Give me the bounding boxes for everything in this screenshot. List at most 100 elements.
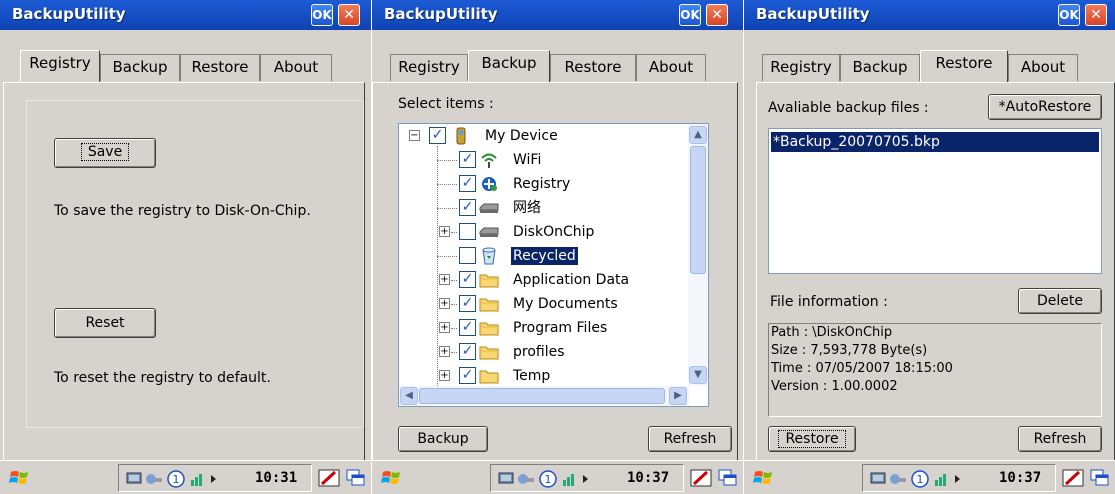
checkbox[interactable]: ✓ (459, 295, 476, 312)
ok-button[interactable]: OK (679, 4, 701, 26)
signal-icon[interactable] (933, 470, 951, 488)
checkbox[interactable] (459, 247, 476, 264)
clock[interactable]: 10:37 (627, 470, 669, 486)
refresh-button[interactable]: Refresh (648, 426, 732, 452)
clock[interactable]: 10:31 (255, 470, 297, 486)
tab-restore[interactable]: Restore (180, 54, 260, 81)
window-title: BackupUtility (756, 5, 870, 23)
ok-button[interactable]: OK (1058, 4, 1080, 26)
delete-button[interactable]: Delete (1018, 288, 1102, 314)
tree-item-my-documents[interactable]: + ✓ My Documents (399, 292, 708, 316)
sip-icon[interactable] (1062, 468, 1084, 488)
checkbox[interactable]: ✓ (459, 319, 476, 336)
tab-about[interactable]: About (260, 54, 332, 81)
horizontal-scrollbar[interactable]: ◀ ▶ (399, 386, 689, 406)
windows-switch-icon[interactable] (345, 468, 367, 488)
expand-icon[interactable]: + (439, 346, 450, 357)
expand-icon[interactable]: + (439, 298, 450, 309)
tab-backup[interactable]: Backup (468, 50, 550, 82)
connection-icon[interactable] (145, 470, 163, 488)
scroll-left-icon[interactable]: ◀ (400, 387, 418, 405)
expand-icon[interactable]: + (439, 274, 450, 285)
backup-file-list[interactable]: *Backup_20070705.bkp (768, 128, 1102, 274)
tree-line (451, 232, 457, 233)
checkbox[interactable] (459, 223, 476, 240)
collapse-icon[interactable]: − (409, 130, 420, 141)
drive-icon (479, 227, 499, 237)
start-windows-icon[interactable] (752, 467, 778, 489)
checkbox[interactable]: ✓ (459, 175, 476, 192)
connection-icon[interactable] (889, 470, 907, 488)
tab-restore[interactable]: Restore (550, 54, 636, 81)
vertical-scrollbar[interactable]: ▲ ▼ (688, 124, 708, 386)
scroll-right-icon[interactable]: ▶ (669, 387, 687, 405)
tree-item-label: Application Data (513, 272, 630, 288)
close-button[interactable]: ✕ (1085, 4, 1107, 26)
connection-icon[interactable] (517, 470, 535, 488)
clock[interactable]: 10:37 (999, 470, 1041, 486)
reset-description: To reset the registry to default. (54, 370, 271, 386)
restore-button[interactable]: Restore (768, 426, 856, 452)
close-button[interactable]: ✕ (338, 4, 360, 26)
notification-icon[interactable]: 1 (167, 470, 185, 488)
tree-item-label: WiFi (513, 152, 542, 168)
checkbox[interactable]: ✓ (459, 271, 476, 288)
checkbox[interactable]: ✓ (459, 367, 476, 384)
tab-backup[interactable]: Backup (840, 54, 920, 81)
scroll-up-icon[interactable]: ▲ (689, 126, 707, 144)
system-tray: 1 10:31 (118, 464, 312, 492)
tree-item-application-data[interactable]: + ✓ Application Data (399, 268, 708, 292)
start-windows-icon[interactable] (8, 467, 34, 489)
tree-item-my-device[interactable]: − ✓ My Device (399, 124, 708, 148)
tree-item-label: My Device (485, 128, 558, 144)
checkbox[interactable]: ✓ (429, 127, 446, 144)
tree-line (451, 280, 457, 281)
tab-registry[interactable]: Registry (390, 54, 468, 81)
signal-icon[interactable] (561, 470, 579, 488)
close-button[interactable]: ✕ (706, 4, 728, 26)
backup-button[interactable]: Backup (398, 426, 488, 452)
network-icon[interactable] (125, 470, 143, 488)
taskbar: 1 10:37 (744, 460, 1115, 494)
tree-item-profiles[interactable]: + ✓ profiles (399, 340, 708, 364)
tree-item-temp[interactable]: + ✓ Temp (399, 364, 708, 388)
network-icon[interactable] (497, 470, 515, 488)
notification-icon[interactable]: 1 (539, 470, 557, 488)
sip-icon[interactable] (318, 468, 340, 488)
expand-icon[interactable]: + (439, 322, 450, 333)
backup-tree[interactable]: − ✓ My Device ✓ WiFi ✓ Registry ✓ 网络 + D… (398, 123, 709, 407)
tree-item-registry[interactable]: ✓ Registry (399, 172, 708, 196)
ok-button[interactable]: OK (311, 4, 333, 26)
checkbox[interactable]: ✓ (459, 343, 476, 360)
signal-icon[interactable] (189, 470, 207, 488)
autorestore-button[interactable]: *AutoRestore (988, 94, 1102, 120)
refresh-button[interactable]: Refresh (1018, 426, 1102, 452)
checkbox[interactable]: ✓ (459, 199, 476, 216)
expand-icon[interactable]: + (439, 226, 450, 237)
windows-switch-icon[interactable] (717, 468, 739, 488)
windows-switch-icon[interactable] (1089, 468, 1111, 488)
tab-about[interactable]: About (636, 54, 706, 81)
tab-backup[interactable]: Backup (100, 54, 180, 81)
checkbox[interactable]: ✓ (459, 151, 476, 168)
tab-restore[interactable]: Restore (920, 50, 1008, 82)
tree-item-network[interactable]: ✓ 网络 (399, 196, 708, 220)
scroll-down-icon[interactable]: ▼ (689, 366, 707, 384)
tree-item-diskonchip[interactable]: + DiskOnChip (399, 220, 708, 244)
scroll-thumb[interactable] (690, 146, 706, 274)
tree-item-recycled[interactable]: Recycled (399, 244, 708, 268)
network-icon[interactable] (869, 470, 887, 488)
reset-button[interactable]: Reset (54, 308, 156, 338)
tree-item-program-files[interactable]: + ✓ Program Files (399, 316, 708, 340)
save-button[interactable]: Save (54, 138, 156, 168)
sip-icon[interactable] (690, 468, 712, 488)
file-list-item[interactable]: *Backup_20070705.bkp (771, 132, 1099, 152)
tree-item-wifi[interactable]: ✓ WiFi (399, 148, 708, 172)
expand-icon[interactable]: + (439, 370, 450, 381)
start-windows-icon[interactable] (380, 467, 406, 489)
notification-icon[interactable]: 1 (911, 470, 929, 488)
tab-about[interactable]: About (1008, 54, 1078, 81)
scroll-thumb[interactable] (419, 388, 665, 404)
tab-registry[interactable]: Registry (20, 50, 100, 82)
tab-registry[interactable]: Registry (762, 54, 840, 81)
